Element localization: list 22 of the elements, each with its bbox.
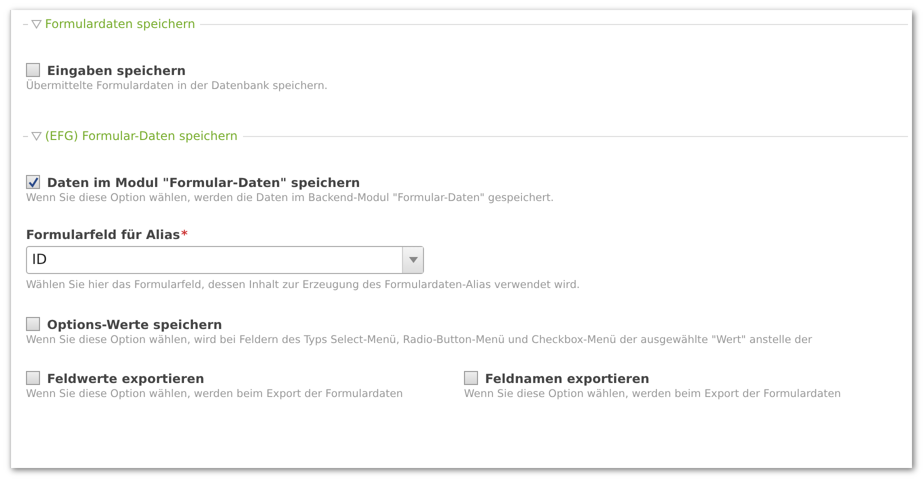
help-text: Übermittelte Formulardaten in der Datenbank speichern. bbox=[26, 80, 329, 92]
help-text: Wenn Sie diese Option wählen, werden beim Export der Formulardaten bbox=[26, 388, 404, 400]
dropdown-caret-icon[interactable] bbox=[408, 257, 418, 263]
checkbox-label[interactable]: Options-Werte speichern bbox=[47, 316, 222, 332]
checkbox-label[interactable]: Feldnamen exportieren bbox=[485, 370, 650, 386]
checkbox-label[interactable]: Feldwerte exportieren bbox=[47, 370, 204, 386]
help-text: Wenn Sie diese Option wählen, wird bei Feldern des Typs Select-Menü, Radio-Button-Menü und Checkbox-Menü der ausgewählte "Wert" anstelle der bbox=[26, 334, 814, 346]
help-text: Wenn Sie diese Option wählen, werden die Daten im Backend-Modul "Formular-Daten" gespeichert. bbox=[26, 192, 555, 204]
checkbox[interactable] bbox=[26, 63, 40, 77]
triangle-down-icon[interactable] bbox=[31, 131, 42, 141]
checkbox[interactable] bbox=[26, 371, 40, 385]
help-text: Wenn Sie diese Option wählen, werden beim Export der Formulardaten bbox=[464, 388, 842, 400]
required-mark: * bbox=[181, 227, 188, 242]
field-label: Formularfeld für Alias bbox=[26, 227, 180, 242]
select-field[interactable]: ID bbox=[26, 246, 424, 274]
triangle-down-icon[interactable] bbox=[31, 19, 42, 29]
checkbox[interactable] bbox=[26, 317, 40, 331]
checkbox-label[interactable]: Daten im Modul "Formular-Daten" speichern bbox=[47, 174, 360, 190]
checkbox[interactable] bbox=[464, 371, 478, 385]
checkbox-label[interactable]: Eingaben speichern bbox=[47, 62, 186, 78]
help-text: Wählen Sie hier das Formularfeld, dessen Inhalt zur Erzeugung des Formulardaten-Alias verwendet wird. bbox=[26, 279, 581, 291]
checkbox[interactable] bbox=[26, 175, 40, 189]
